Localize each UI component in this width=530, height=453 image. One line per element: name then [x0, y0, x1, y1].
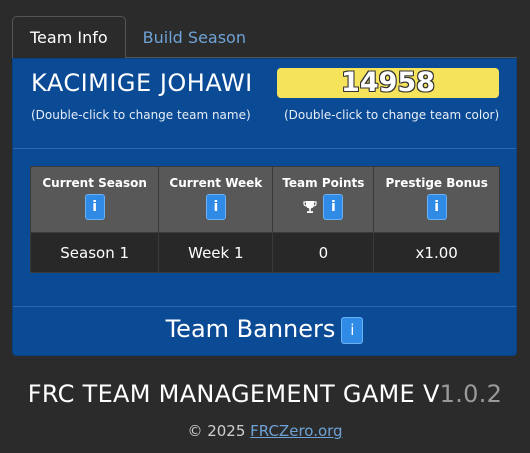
team-banners-section: Team Banners i	[13, 315, 516, 344]
tab-bar: Team Info Build Season	[12, 16, 517, 58]
stats-header-row: Current Season i Current Week i Team Poi…	[29, 166, 500, 233]
current-season-value: Season 1	[29, 232, 160, 273]
copyright: © 2025 FRCZero.org	[0, 422, 530, 440]
prestige-bonus-value: x1.00	[373, 232, 500, 273]
section-divider	[13, 148, 516, 149]
header-team-points-label: Team Points	[282, 176, 365, 190]
team-name[interactable]: KACIMIGE JOHAWI	[31, 69, 253, 97]
header-current-week: Current Week i	[158, 166, 274, 233]
header-current-season: Current Season i	[29, 166, 160, 233]
tab-team-info-label: Team Info	[30, 28, 108, 47]
header-current-season-label: Current Season	[42, 176, 147, 190]
team-banners-label: Team Banners	[165, 315, 336, 343]
team-points-value: 0	[272, 232, 375, 273]
team-color-hint: (Double-click to change team color)	[284, 108, 500, 122]
frczero-link[interactable]: FRCZero.org	[250, 422, 342, 440]
header-current-week-label: Current Week	[169, 176, 263, 190]
header-prestige-bonus-label: Prestige Bonus	[385, 176, 488, 190]
tab-team-info[interactable]: Team Info	[12, 16, 126, 58]
team-info-panel: KACIMIGE JOHAWI (Double-click to change …	[12, 58, 517, 356]
team-number-badge[interactable]: 14958	[277, 68, 499, 98]
team-name-hint: (Double-click to change team name)	[31, 108, 251, 122]
current-season-info-button[interactable]: i	[84, 194, 105, 220]
stats-value-row: Season 1 Week 1 0 x1.00	[29, 232, 500, 273]
game-version: 1.0.2	[439, 380, 503, 408]
header-prestige-bonus: Prestige Bonus i	[373, 166, 500, 233]
header-team-points: Team Points i	[272, 166, 375, 233]
section-divider	[13, 306, 516, 307]
team-banners-info-button[interactable]: i	[341, 316, 364, 344]
team-stats-table: Current Season i Current Week i Team Poi…	[29, 166, 500, 273]
tab-build-season-label: Build Season	[142, 27, 246, 47]
current-week-value: Week 1	[158, 232, 274, 273]
copyright-text: © 2025	[187, 422, 251, 440]
current-week-info-button[interactable]: i	[205, 194, 226, 220]
prestige-bonus-info-button[interactable]: i	[426, 194, 447, 220]
team-points-info-button[interactable]: i	[323, 194, 344, 220]
game-title-main: FRC TEAM MANAGEMENT GAME V	[27, 380, 440, 408]
game-title: FRC TEAM MANAGEMENT GAME V1.0.2	[0, 380, 530, 408]
tab-build-season[interactable]: Build Season	[126, 16, 263, 58]
trophy-icon	[303, 201, 317, 213]
